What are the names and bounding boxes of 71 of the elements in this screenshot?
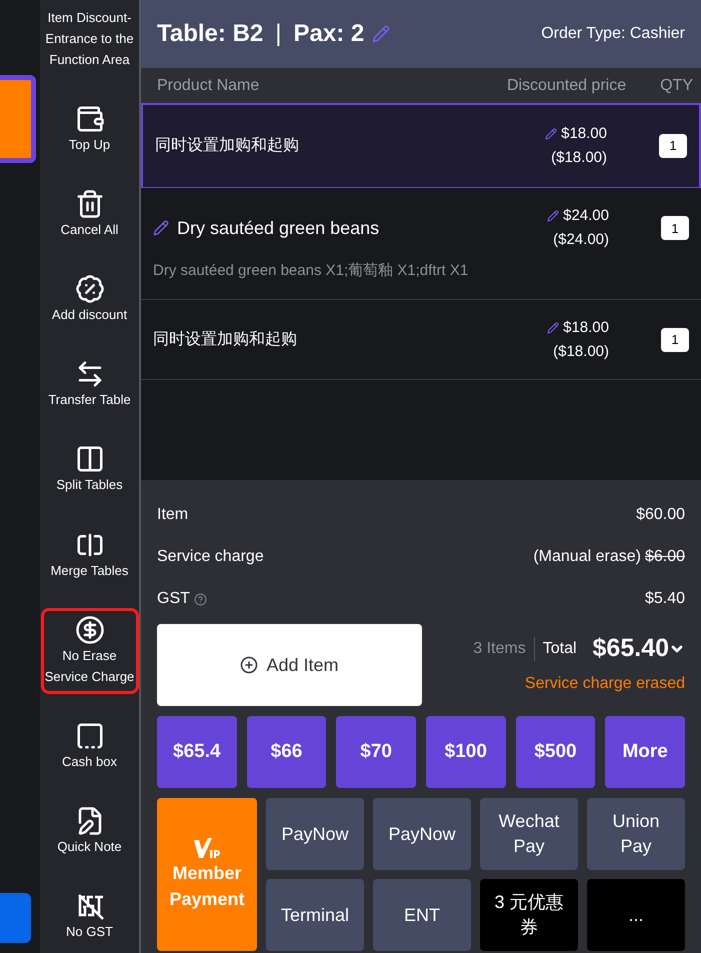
item-note: Dry sautéed green beans X1;葡萄釉 X1;dftrt X1 [153, 261, 470, 282]
price: $18.00 [563, 318, 609, 338]
payment-method-button[interactable]: ... [587, 879, 685, 951]
quick-amount-button[interactable]: $65.4 [157, 716, 237, 788]
sidebar-item[interactable]: Quick Note [40, 798, 138, 864]
payment-method-button[interactable]: Union Pay [587, 798, 685, 870]
summary-label: Item [157, 505, 188, 525]
edit-icon[interactable] [547, 210, 560, 222]
original-price: ($18.00) [553, 342, 609, 362]
table-label: Table: B2 [157, 19, 264, 49]
sidebar-item[interactable]: No Erase Service Charge [40, 608, 138, 694]
quantity-box[interactable]: 1 [661, 216, 689, 240]
sidebar-item[interactable]: Cash box [40, 714, 138, 779]
summary-label: GST [157, 589, 190, 609]
item-count: 3 Items [473, 636, 535, 661]
service-charge-notice: Service charge erased [524, 674, 685, 694]
sidebar-item[interactable]: Add discount [40, 267, 138, 332]
vip-icon [194, 838, 220, 860]
sidebar-item[interactable]: No GST [40, 884, 138, 949]
total-label: Total [542, 638, 577, 659]
sidebar-item[interactable]: Transfer Table [40, 352, 138, 418]
price: $18.00 [561, 124, 607, 144]
sidebar-item[interactable]: Top Up [40, 97, 138, 162]
card-edge[interactable] [0, 75, 36, 163]
order-type: Order Type: Cashier [541, 24, 685, 44]
product-name: 同时设置加购和起购 [155, 136, 299, 156]
summary-value: $5.40 [644, 589, 685, 609]
quantity-box[interactable]: 1 [661, 328, 689, 352]
sidebar-item[interactable]: Split Tables [40, 437, 138, 502]
product-name: Dry sautéed green beans [177, 216, 380, 240]
total-amount: $65.40 [592, 633, 669, 664]
edit-icon[interactable] [547, 322, 560, 334]
sidebar-item[interactable]: Item Discount-Entrance to the Function Area [40, 0, 138, 77]
payment-method-button[interactable]: Terminal [266, 879, 364, 951]
summary-note: (Manual erase) [533, 547, 641, 567]
original-price: ($24.00) [553, 230, 609, 250]
price: $24.00 [563, 206, 609, 226]
quick-amount-button[interactable]: $66 [246, 716, 326, 788]
summary-label: Service charge [157, 547, 264, 567]
payment-method-button[interactable]: 3 元优惠券 [480, 879, 578, 951]
quantity-box[interactable]: 1 [659, 134, 687, 158]
edit-icon[interactable] [545, 128, 558, 140]
percent-badge-icon [74, 274, 104, 304]
trash-icon [74, 189, 104, 220]
wallet-icon [74, 104, 104, 134]
dollar-circle-icon [74, 614, 104, 645]
column-title: Product Name [157, 76, 260, 96]
sidebar-item[interactable]: Merge Tables [40, 522, 138, 588]
column-title: Discounted price [506, 76, 626, 96]
quick-amount-button[interactable]: $500 [516, 716, 596, 788]
payment-method-button[interactable]: Wechat Pay [480, 798, 578, 870]
add-item-button[interactable]: Add Item [157, 624, 422, 706]
summary-value: $6.00 [644, 547, 685, 567]
split-table-icon [74, 444, 104, 474]
summary-value: $60.00 [636, 505, 685, 525]
plus-circle-icon [240, 656, 258, 674]
payment-method-button[interactable]: PayNow [266, 798, 364, 870]
help-icon[interactable] [194, 592, 207, 606]
order-row[interactable]: 同时设置加购和起购 $18.00 ($18.00) 1 [141, 103, 701, 188]
original-price: ($18.00) [551, 148, 607, 168]
payment-method-button[interactable]: ENT [373, 879, 471, 951]
edit-icon[interactable] [153, 220, 169, 236]
separator: | [275, 19, 282, 49]
quick-amount-button[interactable]: More [605, 716, 685, 788]
quick-amount-button[interactable]: $100 [426, 716, 506, 788]
column-title: QTY [660, 76, 693, 96]
product-name: 同时设置加购和起购 [153, 330, 297, 350]
quick-amount-button[interactable]: $70 [336, 716, 416, 788]
payment-method-button[interactable]: PayNow [373, 798, 471, 870]
sidebar-item[interactable]: Cancel All [40, 182, 138, 248]
pax-label: Pax: 2 [293, 19, 364, 49]
